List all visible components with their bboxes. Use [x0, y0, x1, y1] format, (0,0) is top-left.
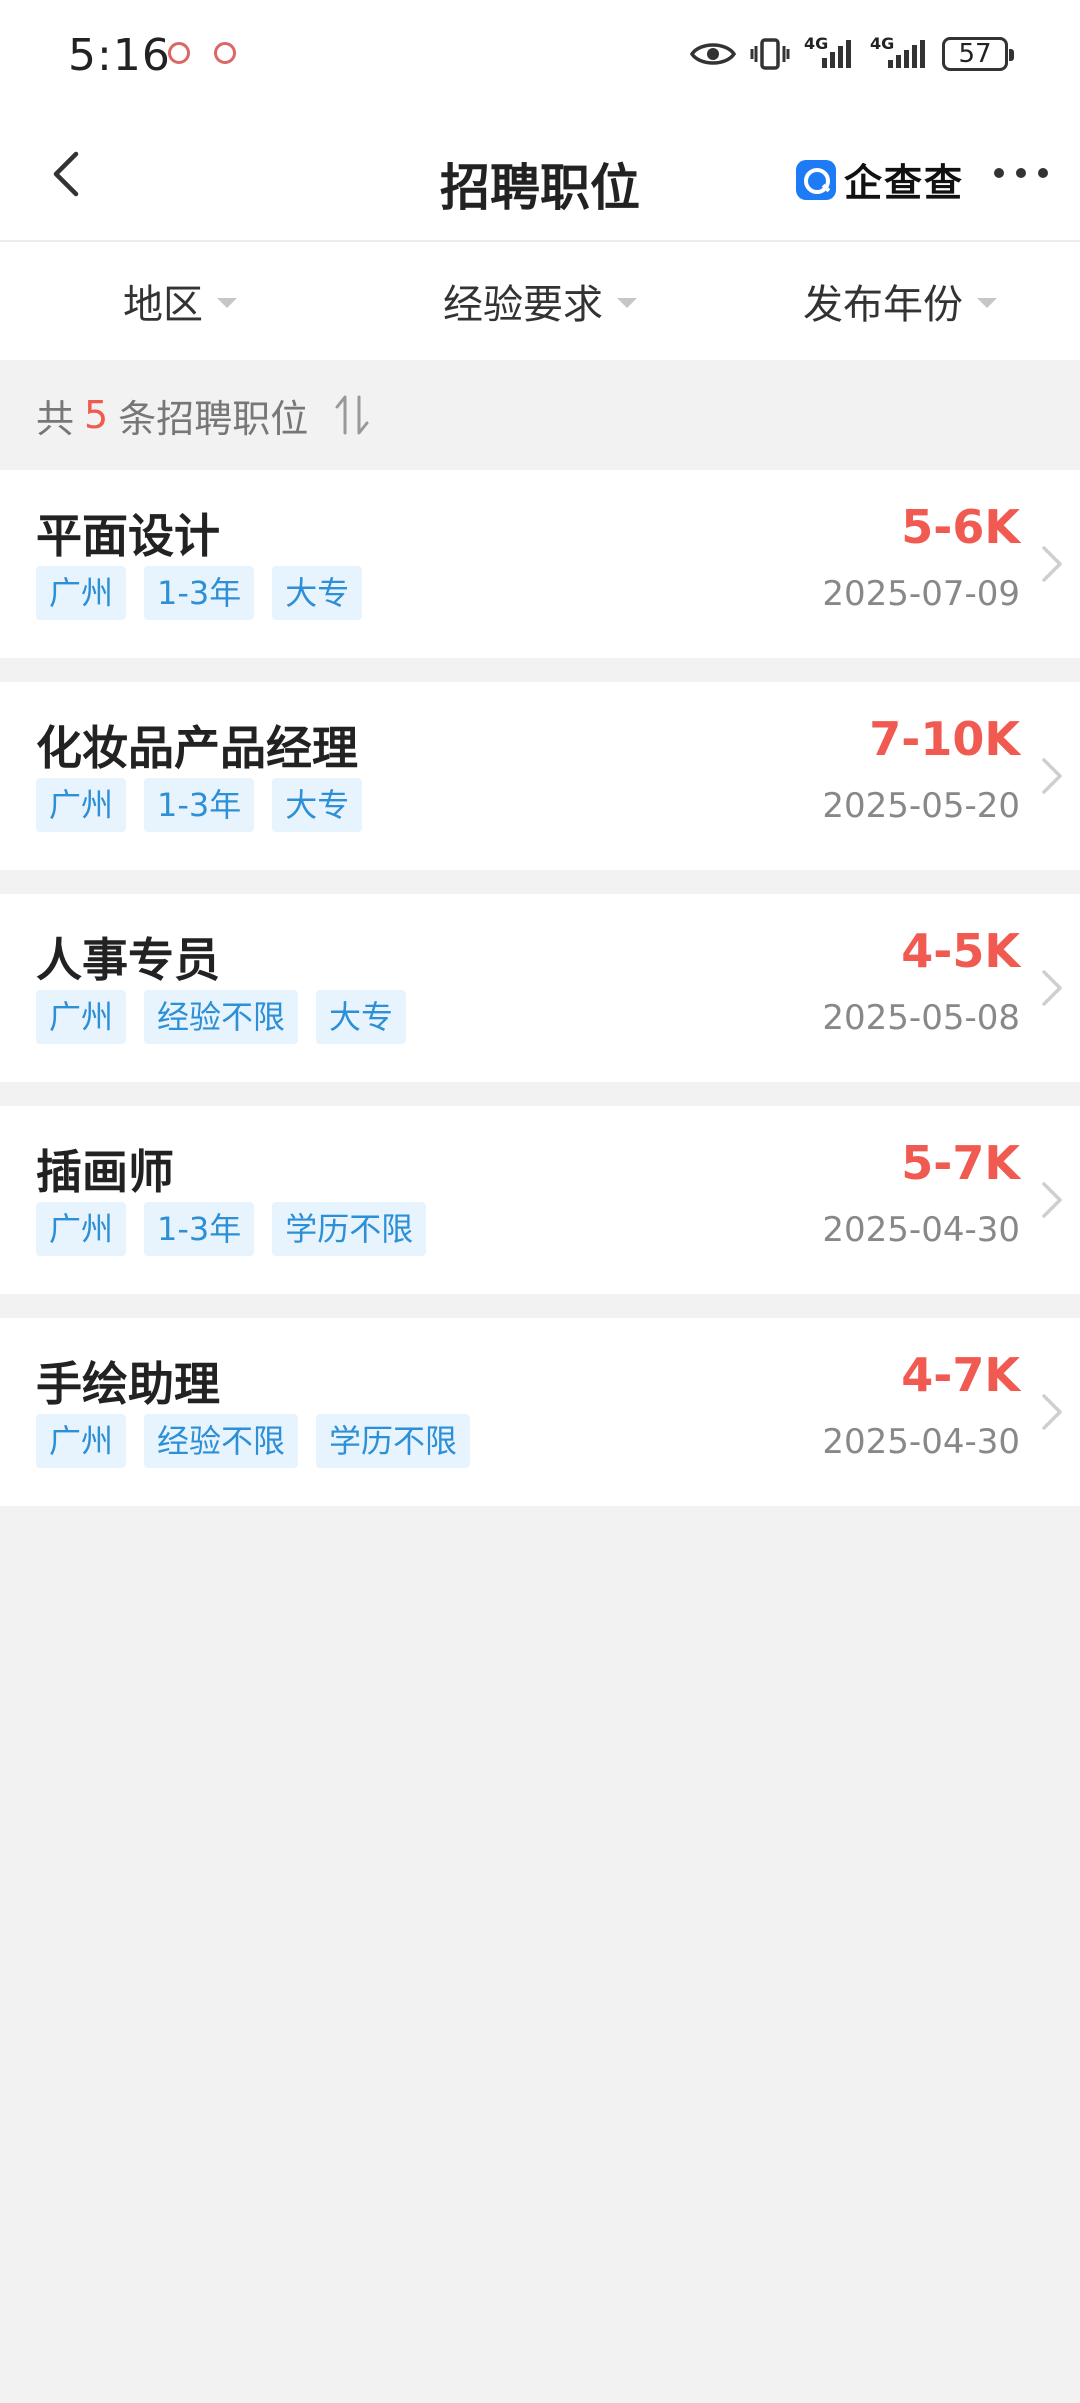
- tag-experience: 经验不限: [144, 990, 299, 1044]
- tag-education: 学历不限: [272, 1202, 427, 1256]
- tag-location: 广州: [36, 990, 127, 1044]
- brand-logo[interactable]: 企查查: [796, 152, 964, 207]
- qichacha-logo-icon: [796, 159, 836, 200]
- job-salary: 5-6K: [901, 500, 1020, 554]
- tag-education: 大专: [316, 990, 407, 1044]
- tag-education: 学历不限: [316, 1414, 471, 1468]
- notification-icon: [214, 42, 236, 64]
- tag-experience: 1-3年: [144, 778, 255, 832]
- job-item[interactable]: 化妆品产品经理 广州 1-3年 大专 7-10K 2025-05-20: [0, 682, 1080, 870]
- more-dot: [1016, 168, 1026, 178]
- results-summary: 共 5 条招聘职位: [0, 360, 1080, 470]
- filter-publish-year[interactable]: 发布年份: [720, 272, 1080, 330]
- brand-name: 企查查: [844, 161, 965, 205]
- job-tags: 广州 经验不限 学历不限: [36, 1414, 471, 1468]
- job-item[interactable]: 手绘助理 广州 经验不限 学历不限 4-7K 2025-04-30: [0, 1318, 1080, 1506]
- tag-location: 广州: [36, 778, 127, 832]
- chevron-right-icon: [1042, 1394, 1062, 1430]
- caret-down-icon: [217, 298, 237, 308]
- filter-experience[interactable]: 经验要求: [360, 272, 720, 330]
- tag-experience: 经验不限: [144, 1414, 299, 1468]
- job-salary: 5-7K: [901, 1136, 1020, 1190]
- job-tags: 广州 1-3年 学历不限: [36, 1202, 427, 1256]
- vibrate-icon: [750, 38, 790, 70]
- chevron-right-icon: [1042, 758, 1062, 794]
- chevron-right-icon: [1042, 1182, 1062, 1218]
- more-dot: [994, 168, 1004, 178]
- filter-label: 地区: [123, 282, 203, 328]
- tag-location: 广州: [36, 566, 127, 620]
- job-title: 插画师: [36, 1145, 174, 1199]
- summary-suffix: 条招聘职位: [118, 396, 309, 441]
- job-item[interactable]: 插画师 广州 1-3年 学历不限 5-7K 2025-04-30: [0, 1106, 1080, 1294]
- job-salary: 4-7K: [901, 1348, 1020, 1402]
- header-area: 5:16 4G 4G 57 招聘职位 企查查 地区 经验要求 发布年份: [0, 0, 1080, 360]
- job-list: 平面设计 广州 1-3年 大专 5-6K 2025-07-09 化妆品产品经理 …: [0, 470, 1080, 1506]
- filter-bar: 地区 经验要求 发布年份: [0, 242, 1080, 360]
- nav-bar: 招聘职位 企查查: [0, 110, 1080, 242]
- eye-icon: [690, 43, 736, 65]
- job-tags: 广州 1-3年 大专: [36, 778, 363, 832]
- status-bar: 5:16 4G 4G 57: [0, 0, 1080, 110]
- sort-icon[interactable]: [332, 393, 372, 437]
- job-date: 2025-04-30: [822, 1422, 1020, 1462]
- job-title: 平面设计: [36, 509, 220, 563]
- notification-icon: [168, 42, 190, 64]
- job-date: 2025-05-08: [822, 998, 1020, 1038]
- summary-prefix: 共: [36, 396, 75, 441]
- job-tags: 广州 1-3年 大专: [36, 566, 363, 620]
- caret-down-icon: [977, 298, 997, 308]
- filter-label: 经验要求: [443, 282, 603, 328]
- job-salary: 4-5K: [901, 924, 1020, 978]
- battery-icon: 57: [942, 37, 1014, 71]
- job-title: 人事专员: [36, 933, 220, 987]
- more-dot: [1038, 168, 1048, 178]
- job-salary: 7-10K: [869, 712, 1020, 766]
- signal-icon: 4G: [804, 34, 856, 70]
- filter-region[interactable]: 地区: [0, 272, 360, 330]
- filter-label: 发布年份: [803, 282, 963, 328]
- tag-location: 广州: [36, 1202, 127, 1256]
- status-icons: 4G 4G 57: [690, 30, 1014, 78]
- result-count: 5: [84, 393, 109, 437]
- signal-icon: 4G: [870, 34, 928, 70]
- tag-education: 大专: [272, 778, 363, 832]
- job-title: 手绘助理: [36, 1357, 220, 1411]
- job-date: 2025-07-09: [822, 574, 1020, 614]
- status-time: 5:16: [68, 30, 171, 81]
- job-item[interactable]: 人事专员 广州 经验不限 大专 4-5K 2025-05-08: [0, 894, 1080, 1082]
- tag-experience: 1-3年: [144, 1202, 255, 1256]
- tag-experience: 1-3年: [144, 566, 255, 620]
- chevron-right-icon: [1042, 546, 1062, 582]
- chevron-right-icon: [1042, 970, 1062, 1006]
- job-date: 2025-05-20: [822, 786, 1020, 826]
- job-date: 2025-04-30: [822, 1210, 1020, 1250]
- tag-education: 大专: [272, 566, 363, 620]
- job-item[interactable]: 平面设计 广州 1-3年 大专 5-6K 2025-07-09: [0, 470, 1080, 658]
- tag-location: 广州: [36, 1414, 127, 1468]
- more-icon[interactable]: [994, 168, 1048, 178]
- job-title: 化妆品产品经理: [36, 721, 358, 775]
- caret-down-icon: [617, 298, 637, 308]
- job-tags: 广州 经验不限 大专: [36, 990, 407, 1044]
